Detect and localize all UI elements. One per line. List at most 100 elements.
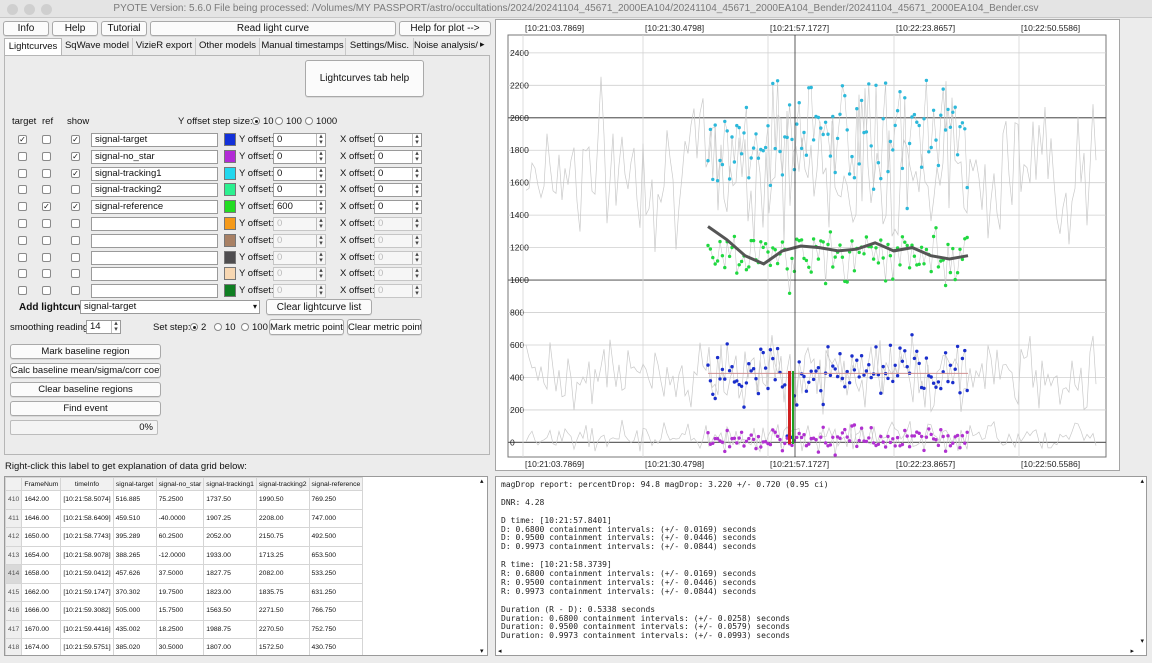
grid-cell[interactable]: [10:21:59.4416] — [60, 619, 114, 639]
x-offset-input[interactable]: 0 ▴ ▾ — [374, 166, 422, 181]
tab-sqwave-model[interactable]: SqWave model — [62, 38, 133, 55]
grid-cell[interactable]: 769.250 — [308, 490, 364, 510]
row-header[interactable]: 417 — [5, 619, 23, 639]
target-checkbox[interactable] — [18, 252, 27, 262]
show-checkbox[interactable] — [71, 235, 80, 245]
grid-cell[interactable]: 1572.50 — [255, 638, 310, 655]
ref-checkbox[interactable] — [42, 135, 51, 144]
lightcurve-name-field[interactable] — [91, 284, 218, 299]
lightcurve-name-field[interactable] — [91, 233, 218, 248]
calc-baseline-button[interactable]: Calc baseline mean/sigma/corr coeffs — [10, 363, 161, 378]
ref-checkbox[interactable] — [42, 286, 51, 296]
tab-settings-misc[interactable]: Settings/Misc. — [346, 38, 414, 55]
grid-cell[interactable]: [10:21:59.5751] — [60, 638, 114, 655]
spin-arrows-icon[interactable]: ▴ ▾ — [316, 268, 325, 281]
grid-cell[interactable]: 505.000 — [112, 601, 157, 621]
info-button[interactable]: Info — [3, 21, 49, 36]
grid-cell[interactable]: 631.250 — [308, 582, 364, 602]
show-checkbox[interactable]: ✓ — [71, 135, 80, 144]
grid-cell[interactable]: 653.500 — [308, 545, 364, 565]
grid-cell[interactable]: 37.5000 — [155, 564, 205, 584]
target-checkbox[interactable]: ✓ — [18, 135, 27, 144]
lightcurve-name-field[interactable]: signal-reference — [91, 200, 218, 215]
target-checkbox[interactable] — [18, 185, 27, 195]
grid-cell[interactable]: 2150.75 — [255, 527, 310, 547]
y-offset-input[interactable]: 0 ▴ ▾ — [273, 217, 326, 231]
lightcurve-plot[interactable]: 0 200 400 600 800 1000 1200 1400 1600 1800 2000 220… — [495, 19, 1120, 471]
y-offset-input[interactable]: 0 ▴ ▾ — [273, 149, 326, 164]
grid-cell[interactable]: [10:21:58.5074] — [60, 490, 114, 510]
grid-cell[interactable]: 457.626 — [112, 564, 157, 584]
set-step-radio-100[interactable] — [241, 323, 249, 331]
tab-manual-timestamps[interactable]: Manual timestamps — [260, 38, 346, 55]
yoffset-step-radio-1000[interactable] — [305, 117, 313, 125]
grid-cell[interactable]: 2270.50 — [255, 619, 310, 639]
spin-arrows-icon[interactable]: ▴ ▾ — [316, 201, 325, 214]
table-row[interactable]: 411 1646.00 [10:21:58.6409] 459.510 -40.0000… — [5, 508, 364, 528]
lightcurve-color-swatch[interactable] — [224, 284, 236, 298]
grid-cell[interactable]: 2052.00 — [203, 527, 257, 547]
data-grid-hint-label[interactable]: Right-click this label to get explanatio… — [5, 461, 247, 472]
table-row[interactable]: 415 1662.00 [10:21:59.1747] 370.302 19.7500 1… — [5, 582, 364, 602]
grid-cell[interactable]: 1827.75 — [203, 564, 257, 584]
lightcurve-color-swatch[interactable] — [224, 217, 236, 230]
grid-cell[interactable]: 533.250 — [308, 564, 364, 584]
grid-cell[interactable]: 2208.00 — [255, 508, 310, 528]
clear-baseline-regions-button[interactable]: Clear baseline regions — [10, 382, 161, 397]
grid-cell[interactable]: 1670.00 — [21, 619, 62, 639]
grid-cell[interactable]: 516.885 — [112, 490, 157, 510]
lightcurve-name-field[interactable]: signal-target — [91, 133, 218, 147]
target-checkbox[interactable] — [18, 219, 27, 228]
lightcurve-name-field[interactable] — [91, 267, 218, 282]
grid-cell[interactable]: 1823.00 — [203, 582, 257, 602]
lightcurve-name-field[interactable] — [91, 217, 218, 231]
spin-arrows-icon[interactable]: ▴ ▾ — [316, 167, 325, 180]
tab-lightcurves[interactable]: Lightcurves — [4, 38, 62, 55]
table-row[interactable]: 410 1642.00 [10:21:58.5074] 516.885 75.2500 1… — [5, 490, 364, 510]
x-offset-input[interactable]: 0 ▴ ▾ — [374, 200, 422, 215]
grid-cell[interactable]: 2082.00 — [255, 564, 310, 584]
grid-column-header[interactable]: signal-reference — [308, 477, 364, 491]
tab-noise-analysis[interactable]: Noise analysis/ — [414, 38, 478, 55]
table-row[interactable]: 418 1674.00 [10:21:59.5751] 385.020 30.5000 1… — [5, 638, 364, 655]
table-row[interactable]: 413 1654.00 [10:21:58.9078] 388.265 -12.0000… — [5, 545, 364, 565]
grid-cell[interactable]: 435.002 — [112, 619, 157, 639]
grid-cell[interactable]: [10:21:58.9078] — [60, 545, 114, 565]
grid-scrollbar[interactable]: ▴ ▾ — [480, 477, 490, 655]
grid-cell[interactable]: 430.750 — [308, 638, 364, 655]
spin-arrows-icon[interactable]: ▴ ▾ — [316, 134, 325, 146]
lightcurve-color-swatch[interactable] — [224, 149, 236, 163]
grid-cell[interactable]: 1990.50 — [255, 490, 310, 510]
spin-arrows-icon[interactable]: ▴ ▾ — [412, 268, 421, 281]
grid-cell[interactable]: 1662.00 — [21, 582, 62, 602]
ref-checkbox[interactable] — [42, 269, 51, 279]
grid-cell[interactable]: 30.5000 — [155, 638, 205, 655]
spin-arrows-icon[interactable]: ▴ ▾ — [412, 150, 421, 163]
data-grid[interactable]: FrameNum timeInfo signal-target signal-no_s… — [4, 476, 488, 656]
spin-arrows-icon[interactable]: ▴ ▾ — [412, 184, 421, 197]
table-row[interactable]: 416 1666.00 [10:21:59.3082] 505.000 15.7500 1… — [5, 601, 364, 621]
ref-checkbox[interactable] — [42, 252, 51, 262]
lightcurve-name-field[interactable] — [91, 250, 218, 265]
lightcurve-color-swatch[interactable] — [224, 267, 236, 281]
grid-cell[interactable]: 1650.00 — [21, 527, 62, 547]
x-offset-input[interactable]: 0 ▴ ▾ — [374, 133, 422, 147]
spin-arrows-icon[interactable]: ▴ ▾ — [316, 184, 325, 197]
row-header[interactable]: 411 — [5, 508, 23, 528]
target-checkbox[interactable] — [18, 286, 27, 296]
ref-checkbox[interactable] — [42, 235, 51, 245]
grid-column-header[interactable]: signal-no_star — [155, 477, 205, 491]
show-checkbox[interactable] — [71, 252, 80, 262]
show-checkbox[interactable] — [71, 269, 80, 279]
row-header[interactable]: 410 — [5, 490, 23, 510]
grid-cell[interactable]: [10:21:59.0412] — [60, 564, 114, 584]
target-checkbox[interactable] — [18, 235, 27, 245]
x-offset-input[interactable]: 0 ▴ ▾ — [374, 250, 422, 265]
target-checkbox[interactable] — [18, 168, 27, 178]
spin-arrows-icon[interactable]: ▴ ▾ — [316, 285, 325, 298]
spin-arrows-icon[interactable]: ▴ ▾ — [412, 285, 421, 298]
clear-lightcurve-list-button[interactable]: Clear lightcurve list — [266, 299, 372, 315]
show-checkbox[interactable]: ✓ — [71, 151, 80, 161]
row-header[interactable]: 415 — [5, 582, 23, 602]
grid-cell[interactable]: 385.020 — [112, 638, 157, 655]
